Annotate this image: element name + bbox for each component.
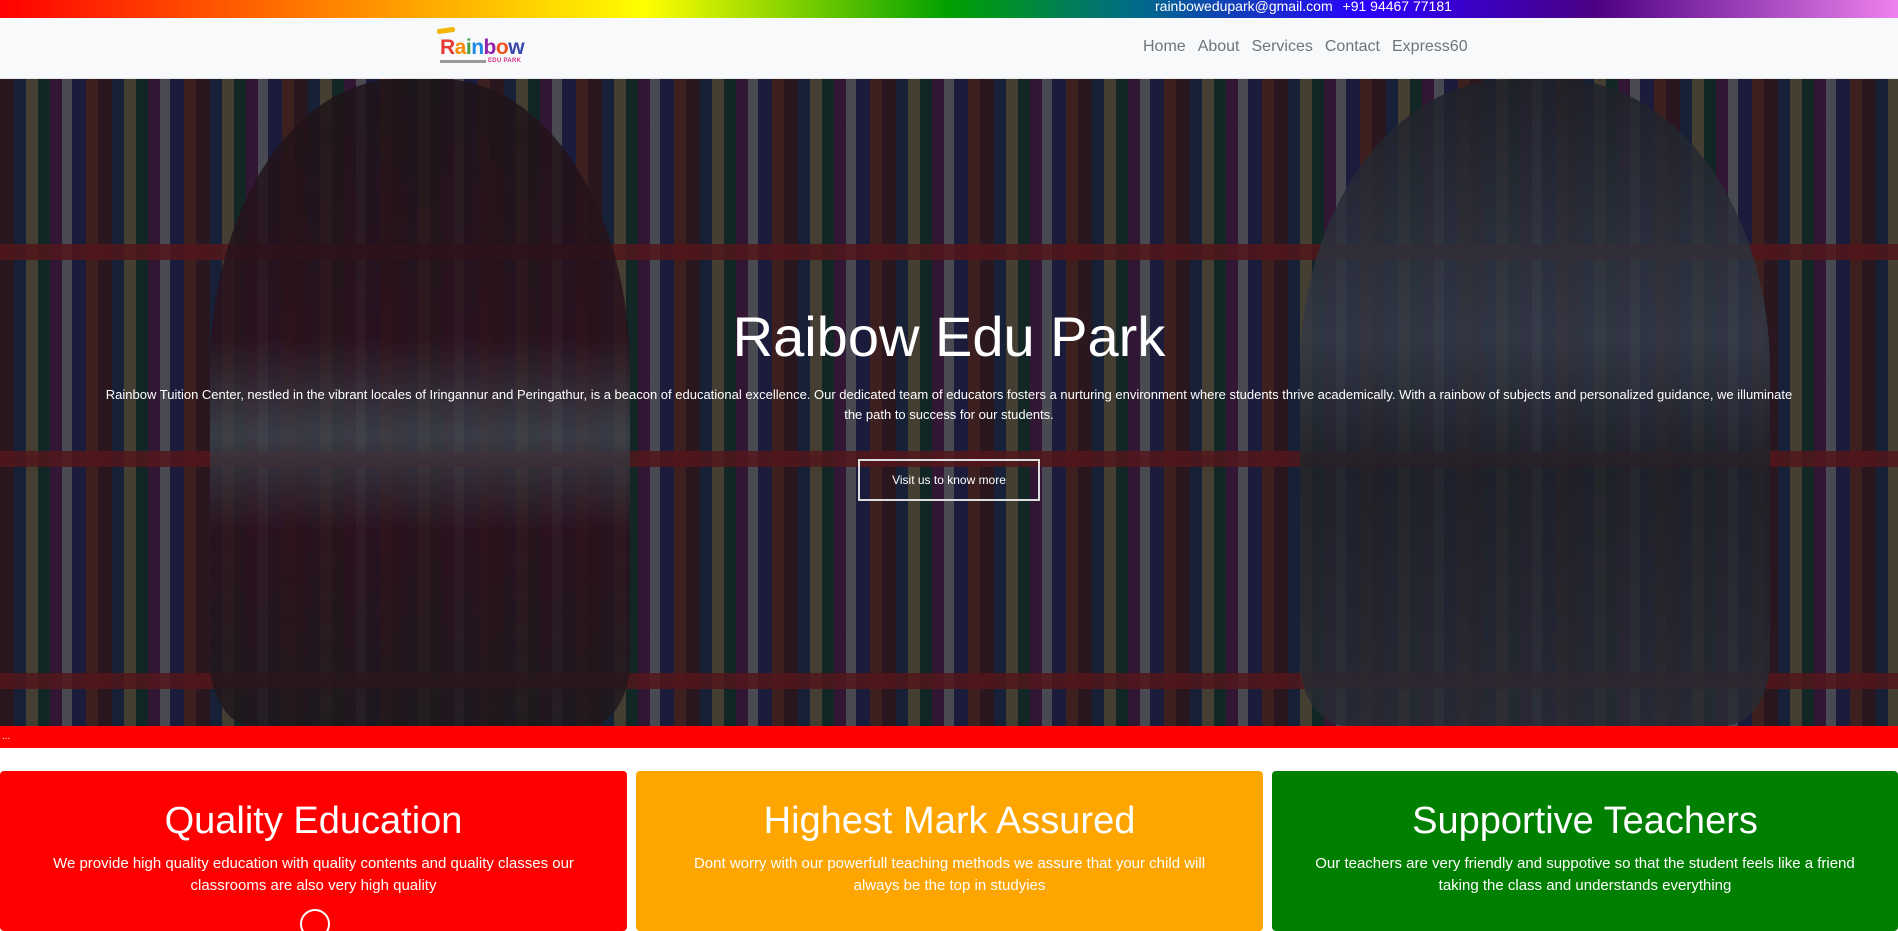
brand-logo[interactable]: Rainbow EDU PARK xyxy=(436,26,527,68)
nav-about[interactable]: About xyxy=(1198,38,1240,56)
nav-services[interactable]: Services xyxy=(1252,38,1313,56)
card-supportive-teachers: Supportive Teachers Our teachers are ver… xyxy=(1272,771,1898,931)
contact-info: rainbowedupark@gmail.com +91 94467 77181 xyxy=(1155,0,1458,13)
card-highest-mark: Highest Mark Assured Dont worry with our… xyxy=(636,771,1263,931)
feature-cards: Quality Education We provide high qualit… xyxy=(0,771,1898,931)
logo-word: Rainbow xyxy=(440,36,525,59)
nav-home[interactable]: Home xyxy=(1143,38,1186,56)
main-nav: Home About Services Contact Express60 xyxy=(1143,38,1480,56)
circle-icon xyxy=(300,909,330,931)
navbar: Rainbow EDU PARK Home About Services Con… xyxy=(0,18,1898,79)
hero-banner: Raibow Edu Park Rainbow Tuition Center, … xyxy=(0,79,1898,726)
card-quality-education: Quality Education We provide high qualit… xyxy=(0,771,627,931)
card-text: Dont worry with our powerfull teaching m… xyxy=(693,855,1206,894)
red-strip: ... xyxy=(0,726,1898,748)
logo-underline xyxy=(440,60,486,63)
card-title: Supportive Teachers xyxy=(1412,800,1758,842)
card-text: We provide high quality education with q… xyxy=(53,855,574,894)
contact-phone[interactable]: +91 94467 77181 xyxy=(1343,0,1452,14)
rainbow-top-bar: rainbowedupark@gmail.com +91 94467 77181 xyxy=(0,0,1898,18)
logo-subtitle: EDU PARK xyxy=(488,58,522,64)
nav-contact[interactable]: Contact xyxy=(1325,38,1380,56)
contact-email[interactable]: rainbowedupark@gmail.com xyxy=(1155,0,1333,14)
hero-title: Raibow Edu Park xyxy=(732,305,1166,368)
card-text: Our teachers are very friendly and suppo… xyxy=(1315,855,1855,894)
nav-express60[interactable]: Express60 xyxy=(1392,38,1468,56)
hero-content: Raibow Edu Park Rainbow Tuition Center, … xyxy=(0,79,1898,726)
graduation-cap-icon xyxy=(436,26,456,35)
visit-button[interactable]: Visit us to know more xyxy=(858,459,1040,501)
hero-description: Rainbow Tuition Center, nestled in the v… xyxy=(105,387,1793,422)
card-title: Quality Education xyxy=(164,800,463,842)
card-title: Highest Mark Assured xyxy=(763,800,1136,842)
